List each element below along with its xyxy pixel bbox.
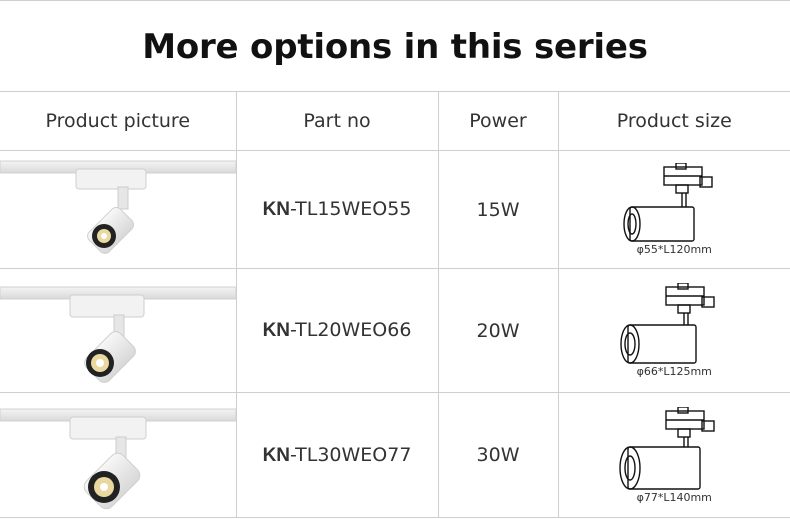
table-row: KN-TL30WEO77 30W φ77*L140mm	[0, 392, 790, 518]
part-suffix: -TL30WEO77	[290, 443, 412, 466]
product-size-cell: φ66*L125mm	[557, 268, 790, 393]
product-picture-cell	[0, 268, 237, 393]
header-product-size: Product size	[557, 91, 790, 151]
power-cell: 15W	[437, 150, 559, 269]
part-suffix: -TL20WEO66	[290, 319, 412, 341]
header-product-picture: Product picture	[0, 91, 237, 151]
power-cell: 30W	[437, 392, 559, 518]
track-spotlight-line-drawing-icon	[620, 283, 715, 364]
size-label: φ66*L125mm	[636, 365, 712, 378]
part-prefix: KN	[262, 199, 291, 220]
part-no-cell: KN-TL30WEO77	[235, 392, 439, 518]
header-part-no: Part no	[235, 91, 439, 151]
part-prefix: KN	[262, 320, 291, 341]
header-power: Power	[437, 91, 559, 151]
section-title: More options in this series	[0, 0, 790, 93]
product-picture-cell	[0, 392, 237, 518]
track-spotlight-photo-icon	[0, 408, 235, 510]
size-label: φ77*L140mm	[636, 490, 712, 504]
product-size-cell: φ55*L120mm	[557, 150, 790, 269]
track-spotlight-photo-icon	[0, 160, 235, 254]
product-size-cell: φ77*L140mm	[557, 392, 790, 518]
table-row: KN-TL20WEO66 20W φ66*L125mm	[0, 268, 790, 393]
track-spotlight-line-drawing-icon	[619, 406, 715, 490]
options-table: Product picture Part no Power Product si…	[0, 91, 790, 518]
part-suffix: -TL15WEO55	[290, 198, 412, 220]
part-prefix: KN	[262, 444, 291, 466]
part-no-cell: KN-TL15WEO55	[235, 150, 439, 269]
table-header-row: Product picture Part no Power Product si…	[0, 91, 790, 151]
size-label: φ55*L120mm	[636, 243, 712, 256]
part-no-cell: KN-TL20WEO66	[235, 268, 439, 393]
power-cell: 20W	[437, 268, 559, 393]
track-spotlight-line-drawing-icon	[623, 163, 713, 242]
product-picture-cell	[0, 150, 237, 269]
table-row: KN-TL15WEO55 15W φ55*L120mm	[0, 150, 790, 269]
track-spotlight-photo-icon	[0, 286, 235, 383]
